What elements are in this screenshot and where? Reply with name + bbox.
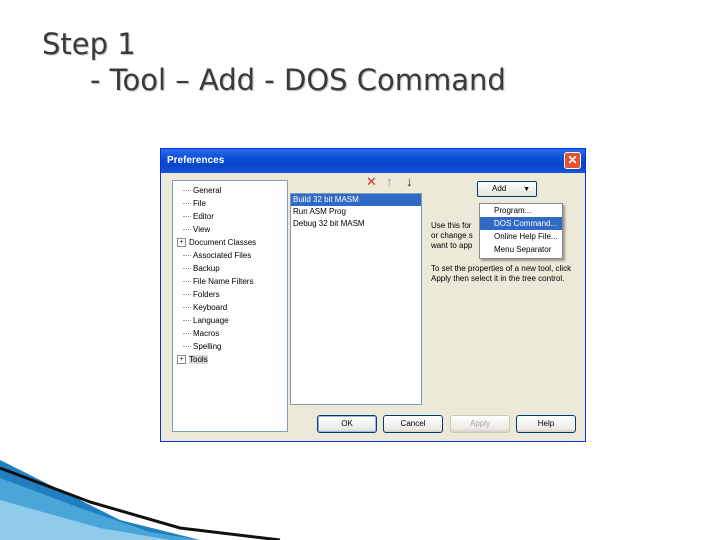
slide-subtitle: - Tool – Add - DOS Command <box>90 63 506 97</box>
ok-button[interactable]: OK <box>317 415 377 433</box>
tree-item[interactable]: General <box>177 184 221 197</box>
tree-connector <box>183 281 191 283</box>
tree-item[interactable]: Editor <box>177 210 214 223</box>
tree-item[interactable]: Associated Files <box>177 249 251 262</box>
add-menu-item[interactable]: Menu Separator <box>480 243 562 256</box>
tree-item[interactable]: Folders <box>177 288 220 301</box>
tool-description-line: Use this for <box>431 221 472 230</box>
tree-connector <box>183 255 191 257</box>
tree-connector <box>183 203 191 205</box>
tree-item[interactable]: + Tools <box>177 353 208 366</box>
preferences-tree[interactable]: General File Editor View + Document Classes As… <box>172 180 288 432</box>
tree-item-label: File Name Filters <box>193 277 254 286</box>
tree-connector <box>183 190 191 192</box>
tree-item[interactable]: File <box>177 197 206 210</box>
tree-item-label: Language <box>193 316 229 325</box>
tree-connector <box>183 333 191 335</box>
add-menu: Program... DOS Command... Online Help File… <box>479 203 563 259</box>
tools-list[interactable]: Build 32 bit MASM Run ASM Prog Debug 32 bi… <box>290 193 422 405</box>
apply-button[interactable]: Apply <box>450 415 510 433</box>
tool-list-item[interactable]: Debug 32 bit MASM <box>291 218 421 230</box>
cancel-button[interactable]: Cancel <box>383 415 443 433</box>
add-menu-item[interactable]: DOS Command... <box>480 217 562 230</box>
tree-item-label: Editor <box>193 212 214 221</box>
tree-connector <box>183 216 191 218</box>
tree-connector <box>183 229 191 231</box>
tree-item-label: Spelling <box>193 342 222 351</box>
move-up-icon[interactable]: ↑ <box>386 175 393 189</box>
tree-item[interactable]: File Name Filters <box>177 275 253 288</box>
add-menu-item[interactable]: Online Help File... <box>480 230 562 243</box>
tree-item[interactable]: Backup <box>177 262 220 275</box>
tree-item-label: Backup <box>193 264 220 273</box>
tree-item-label: Document Classes <box>189 238 257 247</box>
add-menu-item[interactable]: Program... <box>480 204 562 217</box>
preferences-dialog: Preferences ✕ General File Editor View + Docu… <box>160 148 586 442</box>
tree-item-label: Macros <box>193 329 220 338</box>
apply-instructions: To set the properties of a new tool, cli… <box>431 264 572 283</box>
close-button[interactable]: ✕ <box>564 152 581 169</box>
tree-item-label: View <box>193 225 211 234</box>
tool-list-item[interactable]: Run ASM Prog <box>291 206 421 218</box>
tree-connector <box>183 320 191 322</box>
help-button[interactable]: Help <box>516 415 576 433</box>
dialog-titlebar[interactable]: Preferences ✕ <box>161 149 585 173</box>
tree-item[interactable]: + Document Classes <box>177 236 256 249</box>
tree-item-label: General <box>193 186 222 195</box>
tool-list-item[interactable]: Build 32 bit MASM <box>291 194 421 206</box>
tree-item[interactable]: Spelling <box>177 340 221 353</box>
add-button-label: Add <box>492 184 507 193</box>
expand-icon[interactable]: + <box>177 238 186 248</box>
slide-title: Step 1 - Tool – Add - DOS Command <box>42 26 506 98</box>
tree-item[interactable]: View <box>177 223 210 236</box>
tool-description-partial: Use this for or change s want to app <box>431 221 479 251</box>
slide-title-main: Step 1 <box>42 27 136 61</box>
tree-item[interactable]: Macros <box>177 327 219 340</box>
tree-item[interactable]: Language <box>177 314 229 327</box>
tree-item-label: Folders <box>193 290 220 299</box>
tree-item[interactable]: Keyboard <box>177 301 227 314</box>
close-icon: ✕ <box>567 153 578 167</box>
tree-connector <box>183 307 191 309</box>
tree-item-label: Tools <box>189 355 208 364</box>
move-down-icon[interactable]: ↓ <box>406 175 413 189</box>
tree-connector <box>183 268 191 270</box>
tool-description-line: or change s <box>431 231 473 240</box>
tool-description-line: want to app <box>431 241 473 250</box>
chevron-down-icon: ▼ <box>523 186 530 193</box>
expand-icon[interactable]: + <box>177 355 186 365</box>
add-button[interactable]: Add ▼ <box>477 181 537 197</box>
tree-item-label: File <box>193 199 206 208</box>
corner-decoration <box>0 460 281 540</box>
tree-item-label: Associated Files <box>193 251 252 260</box>
delete-tool-icon[interactable]: ✕ <box>366 175 377 189</box>
tree-connector <box>183 294 191 296</box>
tree-connector <box>183 346 191 348</box>
tree-item-label: Keyboard <box>193 303 228 312</box>
dialog-title: Preferences <box>167 155 225 166</box>
